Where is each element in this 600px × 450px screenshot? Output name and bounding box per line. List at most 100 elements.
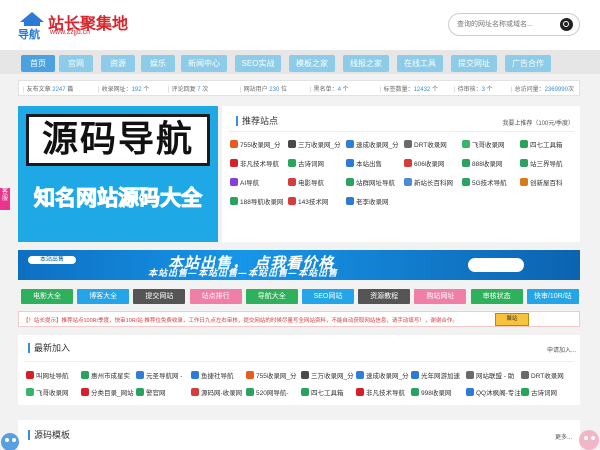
- nav-templates[interactable]: 模板之家: [289, 55, 335, 72]
- recommended-site-link[interactable]: 本站出售: [346, 159, 382, 171]
- category-button[interactable]: 资源教程: [358, 289, 411, 304]
- site-favicon-icon: [411, 371, 419, 379]
- latest-site-link[interactable]: 非凡技术导航: [356, 388, 405, 400]
- latest-site-link[interactable]: 光年网游加速: [411, 371, 460, 383]
- recommended-site-link[interactable]: 888收录网: [462, 159, 502, 171]
- site-favicon-icon: [191, 371, 199, 379]
- nav-official[interactable]: 官网: [59, 55, 93, 72]
- latest-site-link[interactable]: QQ沐枫阁-专注: [466, 388, 521, 400]
- recommended-site-link[interactable]: 非凡技术导航: [230, 159, 279, 171]
- recommended-site-link[interactable]: 飞哥收录网: [462, 140, 505, 152]
- decorative-mascot-left-icon: [1, 433, 19, 450]
- latest-site-link[interactable]: 分类目录_网站: [81, 388, 134, 400]
- recommended-site-link[interactable]: 5G技术导航: [462, 178, 507, 190]
- latest-site-link[interactable]: 古诗词网: [521, 388, 557, 400]
- category-button[interactable]: 站点排行: [189, 289, 242, 304]
- latest-site-link[interactable]: 惠州市成星实: [81, 371, 130, 383]
- latest-site-name: 叫网址导航: [36, 373, 69, 380]
- latest-site-link[interactable]: 998收录网: [411, 388, 451, 400]
- nav-tools[interactable]: 在线工具: [397, 55, 443, 72]
- latest-site-link[interactable]: 三万收录网_分: [301, 371, 354, 383]
- nav-home[interactable]: 首页: [21, 55, 55, 72]
- recommended-site-link[interactable]: 188导航收录网: [230, 197, 283, 209]
- latest-site-link[interactable]: 520网导航-: [246, 388, 289, 400]
- category-button[interactable]: 提交网站: [133, 289, 186, 304]
- latest-site-name: 分类目录_网站: [91, 390, 134, 397]
- latest-site-name: 998收录网: [421, 390, 452, 397]
- recommended-site-name: 四七工具箱: [530, 142, 563, 149]
- latest-more-link[interactable]: 申请加入...: [547, 345, 576, 354]
- recommended-site-name: 143技术网: [298, 199, 329, 206]
- site-logo[interactable]: 导航 站长聚集地 www.zzjjd.cn: [18, 8, 138, 41]
- category-button[interactable]: 导航大全: [245, 289, 298, 304]
- ad-cta-button[interactable]: [468, 258, 524, 272]
- latest-site-link[interactable]: DRT收录网: [521, 371, 564, 383]
- search-input[interactable]: [449, 14, 549, 35]
- recommended-site-link[interactable]: 创新屋百科: [520, 178, 563, 190]
- recommended-site-link[interactable]: 新站长百科网: [404, 178, 453, 190]
- recommended-site-link[interactable]: 老李收录网: [346, 197, 389, 209]
- latest-site-link[interactable]: 警官网: [136, 388, 166, 400]
- latest-site-link[interactable]: 飞哥收录网: [26, 388, 69, 400]
- recommended-site-link[interactable]: 606收录网: [404, 159, 444, 171]
- category-button[interactable]: 购站网址: [414, 289, 467, 304]
- recommended-site-name: 古诗词网: [298, 161, 324, 168]
- recommended-site-name: 三万收录网_分: [298, 142, 341, 149]
- recommended-site-link[interactable]: 755收录网_分: [230, 140, 280, 152]
- latest-site-link[interactable]: 四七工具箱: [301, 388, 344, 400]
- site-favicon-icon: [404, 178, 412, 186]
- site-favicon-icon: [356, 388, 364, 396]
- stat-pending: | 待审核：3 个: [454, 87, 493, 93]
- latest-site-link[interactable]: 叫网址导航: [26, 371, 69, 383]
- nav-ads[interactable]: 广告合作: [505, 55, 551, 72]
- ad-banner[interactable]: 本站出售 本站出售， 点我看价格 本站出售—本站出售—本站出售—本站出售: [18, 250, 580, 280]
- site-favicon-icon: [288, 159, 296, 167]
- latest-site-link[interactable]: 源码网-收录网: [191, 388, 242, 400]
- nav-seo[interactable]: SEO实战: [235, 55, 281, 72]
- floating-service-tab[interactable]: 客服: [0, 188, 10, 210]
- category-button[interactable]: 电影大全: [21, 289, 73, 304]
- latest-site-link[interactable]: 鱼捷社导航: [191, 371, 234, 383]
- site-favicon-icon: [462, 159, 470, 167]
- recommended-site-name: 站三界导航: [530, 161, 563, 168]
- category-button[interactable]: 博客大全: [77, 289, 130, 304]
- site-favicon-icon: [521, 388, 529, 396]
- nav-deals[interactable]: 线报之家: [343, 55, 389, 72]
- latest-site-link[interactable]: 网站联盟 - 助: [466, 371, 514, 383]
- latest-site-link[interactable]: 速成收录网_分: [356, 371, 409, 383]
- latest-site-link[interactable]: 755收录网_分: [246, 371, 296, 383]
- site-favicon-icon: [26, 388, 34, 396]
- site-favicon-icon: [81, 371, 89, 379]
- category-button[interactable]: 审核状态: [470, 289, 523, 304]
- category-button[interactable]: SEO网站: [302, 289, 354, 304]
- latest-site-link[interactable]: 元圣导航网 -: [136, 371, 182, 383]
- latest-site-name: 三万收录网_分: [311, 373, 354, 380]
- recommended-site-link[interactable]: 古诗词网: [288, 159, 324, 171]
- recommended-site-name: 本站出售: [356, 161, 382, 168]
- recommended-site-name: 非凡技术导航: [240, 161, 279, 168]
- recommended-site-name: 飞哥收录网: [472, 142, 505, 149]
- search-icon[interactable]: [560, 18, 573, 31]
- recommended-site-link[interactable]: 站三界导航: [520, 159, 563, 171]
- notice-logo[interactable]: 聚站: [495, 313, 529, 326]
- recommended-site-link[interactable]: 143技术网: [288, 197, 328, 209]
- nav-entertainment[interactable]: 娱乐: [141, 55, 175, 72]
- latest-site-name: 惠州市成星实: [91, 373, 130, 380]
- recommended-site-link[interactable]: 站群网址导航: [346, 178, 395, 190]
- category-button[interactable]: 快审/10R/站: [526, 289, 579, 304]
- nav-news[interactable]: 新闻中心: [181, 55, 227, 72]
- recommended-site-link[interactable]: 三万收录网_分: [288, 140, 341, 152]
- stat-comments: | 评论回复 7 次: [168, 87, 209, 93]
- recommended-site-link[interactable]: 四七工具箱: [520, 140, 563, 152]
- recommended-site-link[interactable]: 速成收录网_分: [346, 140, 399, 152]
- recommended-site-link[interactable]: 电影导航: [288, 178, 324, 190]
- nav-submit[interactable]: 提交网址: [451, 55, 497, 72]
- source-more-link[interactable]: 更多...: [555, 432, 572, 441]
- recommended-site-link[interactable]: DRT收录网: [404, 140, 447, 152]
- nav-resources[interactable]: 资源: [101, 55, 135, 72]
- recommended-title: 推荐站点: [236, 116, 278, 126]
- site-favicon-icon: [520, 159, 528, 167]
- source-nav-banner[interactable]: 源码导航 知名网站源码大全: [18, 106, 218, 242]
- recommended-more-link[interactable]: 我要上推荐（100元/季度）: [502, 118, 574, 127]
- recommended-site-link[interactable]: AI导航: [230, 178, 259, 190]
